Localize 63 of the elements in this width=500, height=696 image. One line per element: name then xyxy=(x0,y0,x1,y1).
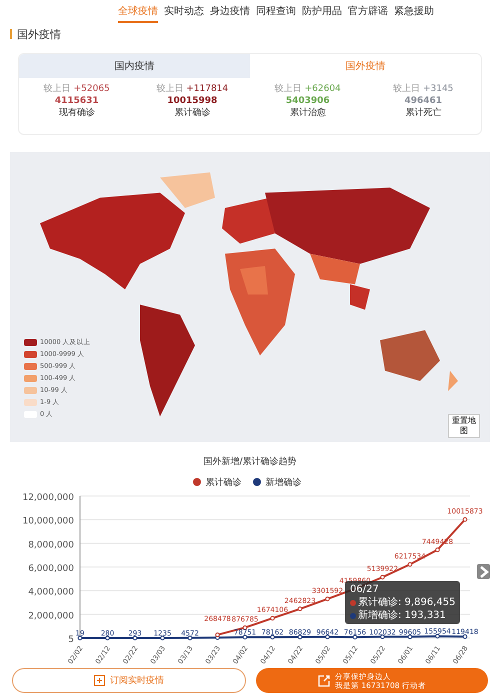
data-point xyxy=(462,634,468,639)
y-tick-label: 5 xyxy=(68,635,74,645)
data-point xyxy=(380,634,385,640)
y-tick-label: 12,000,000 xyxy=(22,493,74,503)
data-point xyxy=(408,634,412,640)
stat-value: 10015998 xyxy=(167,95,218,107)
y-tick-label: 10,000,000 xyxy=(22,516,74,527)
data-point xyxy=(242,625,248,630)
y-tick-label: 6,000,000 xyxy=(28,564,74,574)
data-point xyxy=(132,636,138,640)
y-tick-label: 4,000,000 xyxy=(28,588,74,598)
stat-delta: 较上日 +117814 xyxy=(156,83,228,95)
chart-title: 国外新增/累计确诊趋势 xyxy=(202,456,298,469)
nav-tab[interactable]: 防护用品 xyxy=(302,3,342,23)
data-point xyxy=(105,636,110,640)
data-point xyxy=(270,616,275,620)
reset-map-button[interactable]: 重置地图 xyxy=(448,414,480,438)
y-tick-label: 8,000,000 xyxy=(28,540,74,550)
data-point xyxy=(380,574,385,580)
chevron-right-icon xyxy=(478,566,488,578)
data-point xyxy=(435,548,440,552)
stat-value: 5403906 xyxy=(286,95,330,107)
nav-tab[interactable]: 同程查询 xyxy=(256,3,296,23)
plus-square-icon xyxy=(94,675,105,686)
stat-delta: 较上日 +52065 xyxy=(44,83,110,95)
data-point xyxy=(462,517,468,522)
nav-tab[interactable]: 官方辟谣 xyxy=(348,3,388,23)
data-point xyxy=(188,636,192,640)
stat-value: 496461 xyxy=(404,95,442,107)
data-point xyxy=(352,634,358,640)
data-point xyxy=(298,634,302,640)
data-point xyxy=(242,634,248,640)
stat-label: 累计死亡 xyxy=(405,107,442,119)
data-point xyxy=(160,636,165,640)
stat-value: 4115631 xyxy=(54,95,99,107)
section-title: 国外疫情 xyxy=(17,26,61,42)
data-point xyxy=(325,596,330,602)
data-point xyxy=(270,634,275,640)
legend-label[interactable]: 累计确诊 xyxy=(206,476,242,488)
share-icon xyxy=(318,674,330,686)
stat-delta: 较上日 +3145 xyxy=(393,83,454,95)
legend-label[interactable]: 新增确诊 xyxy=(266,476,302,488)
tooltip-text: 累计确诊: 9,896,455 xyxy=(358,596,456,609)
data-point xyxy=(435,634,440,638)
stat-label: 累计确诊 xyxy=(174,107,210,119)
stat-label: 累计治愈 xyxy=(290,107,326,119)
data-point xyxy=(298,606,302,612)
y-tick-label: 2,000,000 xyxy=(28,611,74,622)
data-point xyxy=(408,562,412,567)
nav-tab[interactable]: 紧急援助 xyxy=(394,3,434,23)
next-button[interactable] xyxy=(477,564,490,579)
legend-dot[interactable] xyxy=(252,478,260,486)
section-marker xyxy=(10,29,12,39)
data-point xyxy=(78,636,82,640)
data-point xyxy=(325,634,330,640)
scope-tab[interactable]: 国内疫情 xyxy=(19,54,250,78)
tooltip-text: 新增确诊: 193,331 xyxy=(358,609,446,622)
stat-delta: 较上日 +62604 xyxy=(274,83,341,95)
nav-tab[interactable]: 身边疫情 xyxy=(210,3,250,23)
stat-label: 现有确诊 xyxy=(58,107,95,119)
tooltip-date: 06/27 xyxy=(350,584,380,596)
legend-dot[interactable] xyxy=(192,478,200,486)
nav-tab[interactable]: 实时动态 xyxy=(164,3,204,23)
